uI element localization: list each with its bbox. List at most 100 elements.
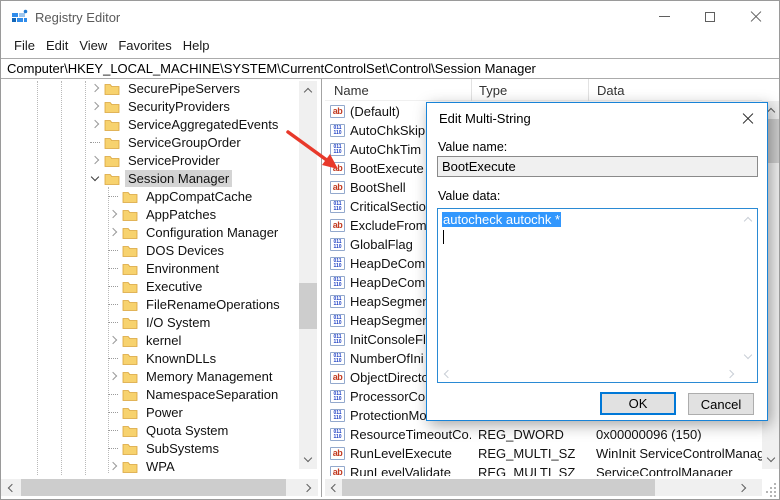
folder-icon (122, 370, 138, 383)
tree-connector (105, 314, 122, 330)
scroll-left-icon[interactable] (442, 370, 450, 378)
folder-icon (122, 316, 138, 329)
tree-item-memory-management[interactable]: Memory Management (1, 367, 299, 385)
scrollbar-thumb[interactable] (299, 283, 317, 329)
scroll-down-icon[interactable] (744, 352, 752, 360)
tree-item-serviceprovider[interactable]: ServiceProvider (1, 151, 299, 169)
tree-item-label: kernel (143, 332, 184, 349)
scroll-up-icon[interactable] (744, 215, 752, 223)
chevron-right-icon[interactable] (87, 152, 104, 168)
scrollbar-thumb[interactable] (342, 479, 655, 496)
value-type-icon (330, 181, 345, 194)
chevron-right-icon[interactable] (87, 98, 104, 114)
tree-item-securepipeservers[interactable]: SecurePipeServers (1, 79, 299, 97)
value-name-label: Value name: (438, 140, 507, 154)
tree-item-label: NamespaceSeparation (143, 386, 281, 403)
tree-item-kernel[interactable]: kernel (1, 331, 299, 349)
tree-item-label: ServiceProvider (125, 152, 223, 169)
tree-item-label: WPA (143, 458, 178, 475)
cancel-button[interactable]: Cancel (688, 393, 754, 415)
column-header-data[interactable]: Data (588, 79, 762, 101)
scroll-down-icon[interactable] (767, 455, 775, 463)
value-name-field[interactable] (437, 156, 758, 177)
menu-view[interactable]: View (78, 36, 108, 55)
edit-multi-string-dialog: Edit Multi-String Value name: Value data… (426, 102, 768, 421)
value-name: ProtectionMo (350, 408, 427, 423)
menu-help[interactable]: Help (182, 36, 211, 55)
ok-button[interactable]: OK (600, 392, 676, 415)
value-name: RunLevelValidate (350, 465, 451, 476)
tree-item-apppatches[interactable]: AppPatches (1, 205, 299, 223)
scroll-left-icon[interactable] (6, 484, 14, 492)
chevron-right-icon[interactable] (105, 458, 122, 474)
maximize-button[interactable] (687, 1, 733, 32)
scroll-down-icon[interactable] (304, 455, 312, 463)
value-row-runlevelexecute[interactable]: RunLevelExecuteREG_MULTI_SZWinInit Servi… (325, 444, 762, 463)
tree-item-servicegrouporder[interactable]: ServiceGroupOrder (1, 133, 299, 151)
scroll-right-icon[interactable] (304, 484, 312, 492)
value-name: AutoChkSkip (350, 123, 425, 138)
column-header-name[interactable]: Name (325, 79, 471, 101)
tree-item-session-manager[interactable]: Session Manager (1, 169, 299, 187)
value-type-icon (330, 447, 345, 460)
scrollbar-thumb[interactable] (21, 479, 286, 496)
tree-item-executive[interactable]: Executive (1, 277, 299, 295)
scroll-up-icon[interactable] (304, 86, 312, 94)
value-row-resourcetimeoutcount[interactable]: ResourceTimeoutCo...REG_DWORD0x00000096 … (325, 425, 762, 444)
value-data-textarea[interactable]: autocheck autochk * (437, 208, 758, 383)
chevron-right-icon[interactable] (105, 368, 122, 384)
tree-item-subsystems[interactable]: SubSystems (1, 439, 299, 457)
chevron-down-icon[interactable] (87, 170, 104, 186)
tree-item-quota-system[interactable]: Quota System (1, 421, 299, 439)
tree-item-label: SecurityProviders (125, 98, 233, 115)
maximize-icon (705, 12, 715, 22)
chevron-right-icon[interactable] (105, 206, 122, 222)
tree-item-namespaceseparation[interactable]: NamespaceSeparation (1, 385, 299, 403)
menu-favorites[interactable]: Favorites (117, 36, 172, 55)
menu-edit[interactable]: Edit (45, 36, 69, 55)
folder-icon (122, 388, 138, 401)
tree-item-appcompatcache[interactable]: AppCompatCache (1, 187, 299, 205)
chevron-right-icon[interactable] (87, 116, 104, 132)
tree-item-label: ServiceAggregatedEvents (125, 116, 281, 133)
scroll-left-icon[interactable] (329, 484, 337, 492)
close-button[interactable] (733, 1, 779, 32)
tree-item-environment[interactable]: Environment (1, 259, 299, 277)
tree-item-label: I/O System (143, 314, 213, 331)
tree-item-label: AppCompatCache (143, 188, 255, 205)
value-row-runlevelvalidate[interactable]: RunLevelValidateREG_MULTI_SZServiceContr… (325, 463, 762, 476)
column-header-type[interactable]: Type (471, 79, 588, 101)
tree-item-securityproviders[interactable]: SecurityProviders (1, 97, 299, 115)
tree-item-serviceaggregatedevents[interactable]: ServiceAggregatedEvents (1, 115, 299, 133)
chevron-right-icon[interactable] (105, 224, 122, 240)
chevron-right-icon[interactable] (87, 80, 104, 96)
tree-item-label: AppPatches (143, 206, 219, 223)
tree-horizontal-scrollbar[interactable] (1, 479, 318, 496)
value-type-icon (330, 390, 345, 403)
value-type: REG_DWORD (471, 427, 588, 442)
value-name: InitConsoleFl (350, 332, 426, 347)
tree-item-label: KnownDLLs (143, 350, 219, 367)
folder-icon (104, 100, 120, 113)
tree-item-label: Power (143, 404, 186, 421)
tree-item-wpa[interactable]: WPA (1, 457, 299, 475)
tree-item-filerenameoperations[interactable]: FileRenameOperations (1, 295, 299, 313)
tree-item-knowndlls[interactable]: KnownDLLs (1, 349, 299, 367)
tree-item-configuration-manager[interactable]: Configuration Manager (1, 223, 299, 241)
chevron-right-icon[interactable] (105, 332, 122, 348)
list-horizontal-scrollbar[interactable] (325, 479, 762, 496)
minimize-button[interactable] (641, 1, 687, 32)
tree-item-io-system[interactable]: I/O System (1, 313, 299, 331)
scroll-up-icon[interactable] (767, 106, 775, 114)
tree-item-power[interactable]: Power (1, 403, 299, 421)
dialog-close-icon[interactable] (739, 110, 757, 128)
address-bar[interactable] (1, 58, 780, 79)
scroll-right-icon[interactable] (739, 484, 747, 492)
resize-grip[interactable] (764, 481, 778, 495)
value-type-icon (330, 371, 345, 384)
tree-item-dos-devices[interactable]: DOS Devices (1, 241, 299, 259)
value-name: ExcludeFrom (350, 218, 427, 233)
title-bar: Registry Editor (1, 1, 779, 33)
scroll-right-icon[interactable] (727, 370, 735, 378)
menu-file[interactable]: File (13, 36, 36, 55)
